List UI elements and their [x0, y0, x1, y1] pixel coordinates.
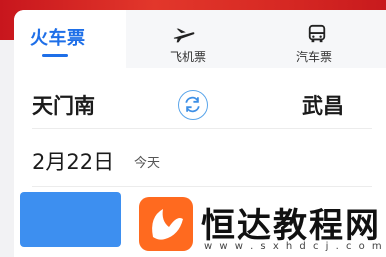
arrival-station[interactable]: 武昌: [302, 90, 344, 120]
departure-station[interactable]: 天门南: [32, 90, 95, 120]
tab-flight-label: 飞机票: [170, 50, 207, 64]
route-divider: [32, 128, 372, 129]
active-tab-indicator: [42, 54, 68, 57]
date-divider: [32, 186, 372, 187]
swap-icon: [185, 96, 200, 113]
fox-tail-icon: [152, 209, 183, 240]
watermark-url: w w w . s x h d c j . c o m: [204, 241, 384, 252]
tab-train[interactable]: 火车票: [14, 10, 126, 68]
ticket-type-tabs: 飞机票 汽车票 火车票: [14, 10, 386, 76]
tab-flight[interactable]: 飞机票: [126, 10, 236, 68]
tab-train-label: 火车票: [30, 28, 86, 49]
departure-date[interactable]: 2月22日: [32, 146, 114, 176]
watermark-text: 恒达教程网: [201, 206, 381, 246]
tab-bus-label: 汽车票: [296, 50, 333, 64]
swap-stations-button[interactable]: [178, 90, 208, 120]
search-button[interactable]: [20, 192, 121, 247]
watermark-logo: [139, 197, 193, 251]
date-weekday: 今天: [134, 156, 161, 171]
bus-icon: [308, 24, 326, 43]
tab-bus[interactable]: 汽车票: [236, 10, 386, 68]
airplane-icon: [173, 28, 195, 43]
